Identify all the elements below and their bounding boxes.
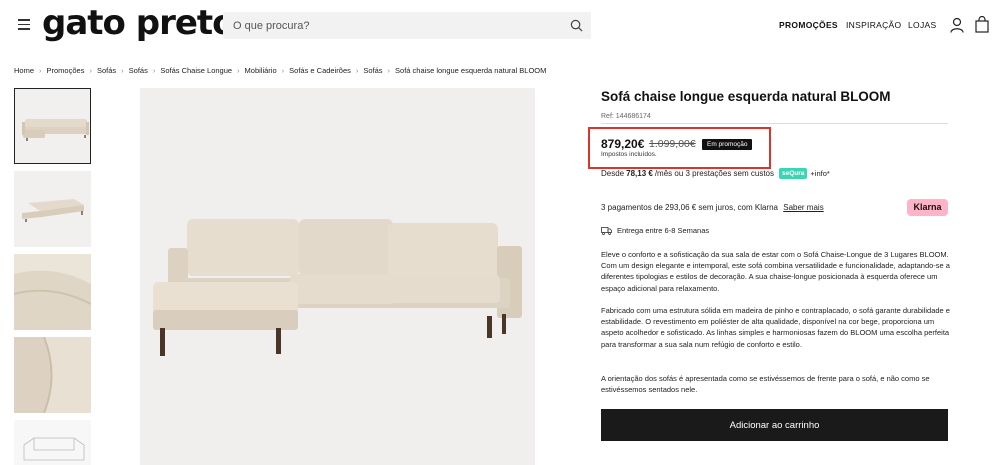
- installment-info: Desde 78,13 € /mês ou 3 prestações sem c…: [601, 168, 830, 179]
- user-icon[interactable]: [950, 17, 964, 33]
- promo-badge: Em promoção: [702, 139, 753, 150]
- sequra-logo[interactable]: seQura: [779, 168, 808, 179]
- breadcrumb-item[interactable]: Home: [14, 66, 34, 75]
- more-info-link[interactable]: +info*: [810, 169, 829, 178]
- breadcrumb-item[interactable]: Sofás: [363, 66, 382, 75]
- breadcrumb-item[interactable]: Promoções: [47, 66, 85, 75]
- search-input[interactable]: [233, 12, 563, 39]
- product-title: Sofá chaise longue esquerda natural BLOO…: [601, 89, 891, 104]
- breadcrumb-item[interactable]: Mobiliário: [245, 66, 277, 75]
- description-paragraph-1: Eleve o conforto e a sofisticação da sua…: [601, 250, 950, 293]
- nav-lojas[interactable]: LOJAS: [908, 20, 936, 30]
- add-to-cart-button[interactable]: Adicionar ao carrinho: [601, 409, 948, 441]
- installment-suffix: /mês ou 3 prestações sem custos: [654, 169, 774, 178]
- breadcrumb-current: Sofá chaise longue esquerda natural BLOO…: [395, 66, 547, 75]
- product-thumbnail-3[interactable]: [14, 254, 91, 330]
- site-logo[interactable]: gato preto: [42, 3, 236, 43]
- old-price: 1.099,00€: [649, 138, 696, 150]
- description-paragraph-3: A orientação dos sofás é apresentada com…: [601, 374, 930, 395]
- search-bar[interactable]: [223, 12, 591, 39]
- delivery-info: Entrega entre 6-8 Semanas: [601, 226, 709, 235]
- product-thumbnail-4[interactable]: [14, 337, 91, 413]
- klarna-text: 3 pagamentos de 293,06 € sem juros, com …: [601, 203, 778, 212]
- breadcrumb-item[interactable]: Sofás Chaise Longue: [160, 66, 232, 75]
- site-header: gato preto PROMOÇÕES INSPIRAÇÃO LOJAS: [0, 0, 1000, 52]
- klarna-learn-more-link[interactable]: Saber mais: [783, 203, 823, 212]
- breadcrumb-item[interactable]: Sofás: [129, 66, 148, 75]
- installment-amount: 78,13 €: [626, 169, 653, 178]
- shopping-bag-icon[interactable]: [975, 16, 989, 33]
- klarna-logo: Klarna: [907, 199, 948, 216]
- sofa-illustration: [153, 219, 522, 356]
- tax-note: Impostos incluídos.: [601, 151, 657, 158]
- product-thumbnail-2[interactable]: [14, 171, 91, 247]
- nav-promocoes[interactable]: PROMOÇÕES: [779, 20, 838, 30]
- breadcrumb-item[interactable]: Sofás e Cadeirões: [289, 66, 351, 75]
- product-thumbnail-1[interactable]: [14, 88, 91, 164]
- truck-icon: [601, 226, 612, 235]
- search-icon[interactable]: [570, 19, 583, 32]
- nav-inspiracao[interactable]: INSPIRAÇÃO: [846, 20, 901, 30]
- divider: [601, 123, 948, 124]
- klarna-info: 3 pagamentos de 293,06 € sem juros, com …: [601, 203, 824, 212]
- product-ref: Ref: 144686174: [601, 113, 651, 120]
- menu-icon[interactable]: [18, 19, 30, 30]
- installment-prefix: Desde: [601, 169, 625, 178]
- description-paragraph-2: Fabricado com uma estrutura sólida em ma…: [601, 306, 950, 349]
- product-main-image[interactable]: [140, 88, 535, 465]
- breadcrumb-item[interactable]: Sofás: [97, 66, 116, 75]
- delivery-text: Entrega entre 6-8 Semanas: [617, 226, 710, 235]
- product-thumbnail-5[interactable]: [14, 420, 91, 465]
- current-price: 879,20€: [601, 137, 645, 151]
- breadcrumb: Home › Promoções › Sofás › Sofás › Sofás Cha…: [14, 66, 547, 75]
